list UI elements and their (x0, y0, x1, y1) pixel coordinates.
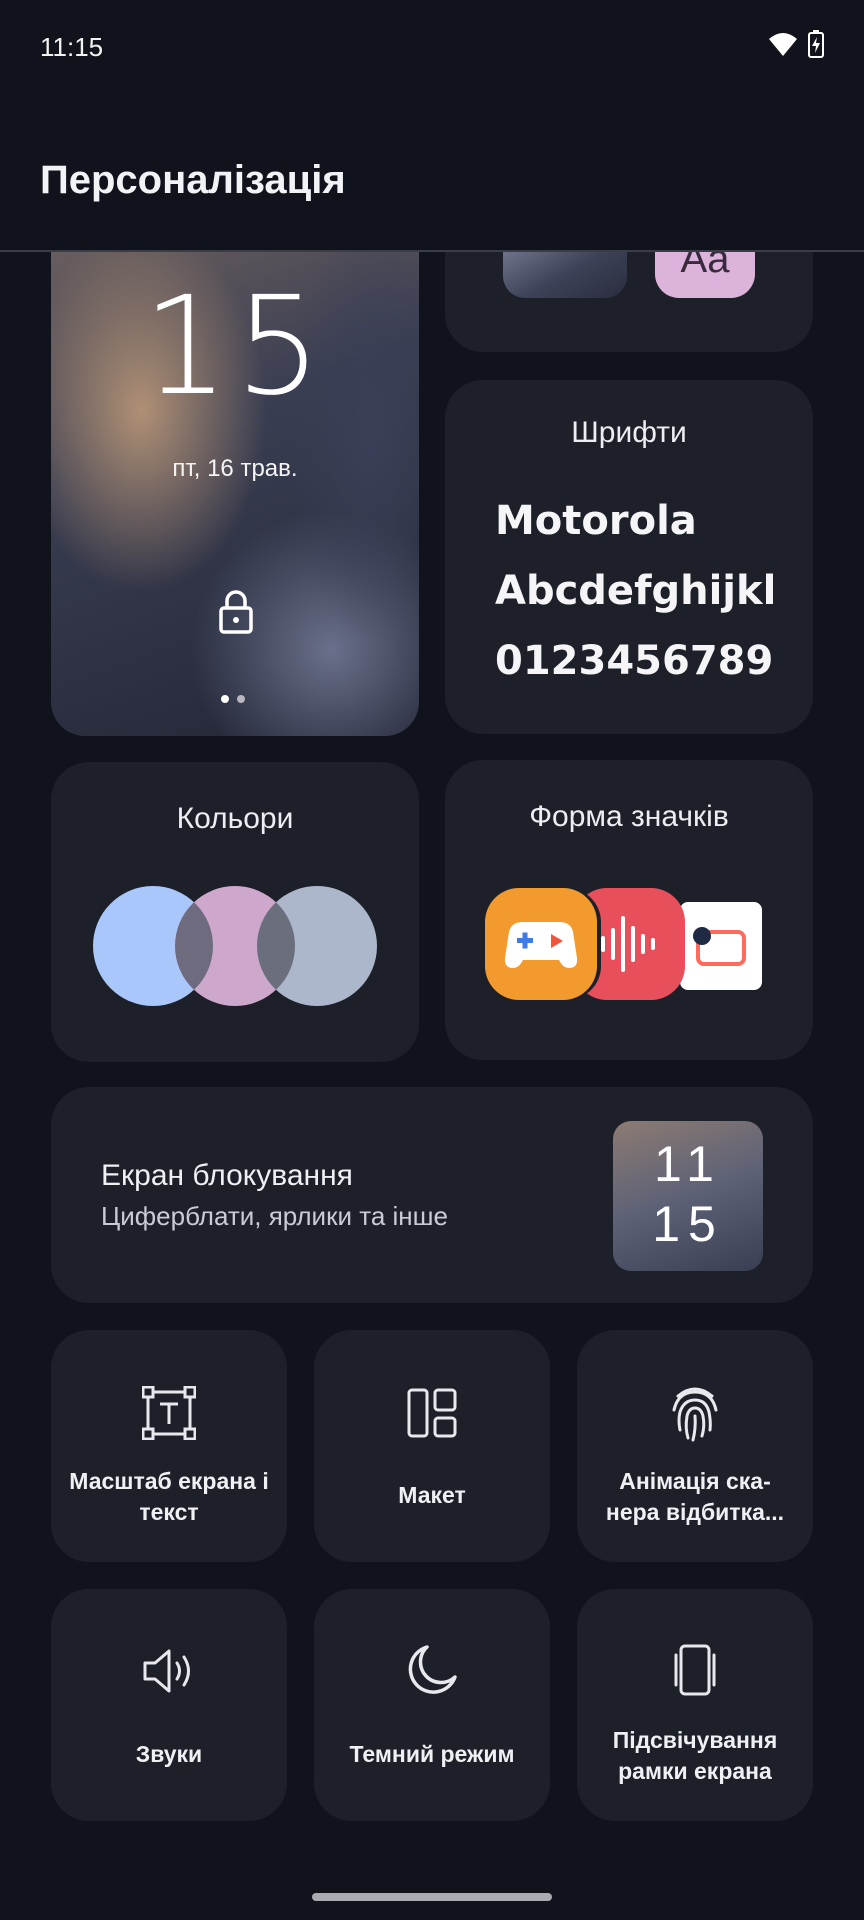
status-icons (768, 30, 824, 58)
font-sample-line1: Motorola (495, 498, 697, 544)
speaker-icon (143, 1649, 190, 1693)
app-icon-games (485, 888, 597, 1000)
battery-charging-icon (808, 30, 824, 58)
page-indicator (221, 695, 245, 703)
tile-label: Макет (398, 1482, 466, 1508)
font-sample-line3: 0123456789 (495, 638, 774, 684)
edge-lighting-icon (674, 1644, 716, 1696)
tile-sounds[interactable]: Звуки (51, 1589, 287, 1821)
lock-screen-card[interactable]: Екран блокування Циферблати, ярлики та і… (51, 1087, 813, 1303)
tile-layout[interactable]: Макет (314, 1330, 550, 1562)
wifi-icon (769, 33, 797, 56)
lock-icon (219, 590, 253, 634)
wallpaper-date: пт, 16 трав. (172, 455, 298, 482)
lock-screen-thumbnail: 11 15 (613, 1121, 763, 1271)
app-icon-video (680, 902, 762, 990)
layout-icon (407, 1388, 457, 1438)
lock-screen-title: Екран блокування (101, 1159, 353, 1192)
fonts-card[interactable]: Шрифти Motorola Abcdefghijkl 0123456789 (445, 380, 813, 734)
colors-card-title: Кольори (176, 802, 294, 835)
wallpaper-clock: 15 (142, 268, 328, 426)
colors-card[interactable]: Кольори (51, 762, 419, 1062)
tile-label: Масштаб екрана і текст (69, 1468, 269, 1525)
text-scale-icon (142, 1386, 196, 1440)
font-sample-line2: Abcdefghijkl (495, 568, 777, 614)
status-time: 11:15 (40, 32, 104, 62)
page-title: Персоналізація (40, 158, 346, 202)
moon-icon (408, 1645, 457, 1694)
thumb-hour: 11 (654, 1136, 722, 1192)
app-header (0, 0, 864, 252)
icon-shape-card-title: Форма значків (529, 800, 729, 833)
lock-screen-subtitle: Циферблати, ярлики та інше (101, 1201, 448, 1231)
tile-dark-mode[interactable]: Темний режим (314, 1589, 550, 1821)
home-indicator[interactable] (312, 1893, 552, 1901)
tile-label: Підсвічування рамки екрана (612, 1727, 778, 1784)
tile-label: Темний режим (349, 1741, 515, 1767)
tile-label: Анімація ска-нера відбитка... (605, 1468, 785, 1525)
fingerprint-icon (672, 1387, 718, 1442)
tile-label: Звуки (135, 1741, 203, 1767)
tile-fingerprint-animation[interactable]: Анімація ска-нера відбитка... (577, 1330, 813, 1562)
fonts-card-title: Шрифти (571, 416, 687, 449)
icon-shape-card[interactable]: Форма значків (445, 760, 813, 1060)
tile-display-size[interactable]: Масштаб екрана і текст (51, 1330, 287, 1562)
tile-edge-lighting[interactable]: Підсвічування рамки екрана (577, 1589, 813, 1821)
thumb-minute: 15 (652, 1196, 724, 1252)
